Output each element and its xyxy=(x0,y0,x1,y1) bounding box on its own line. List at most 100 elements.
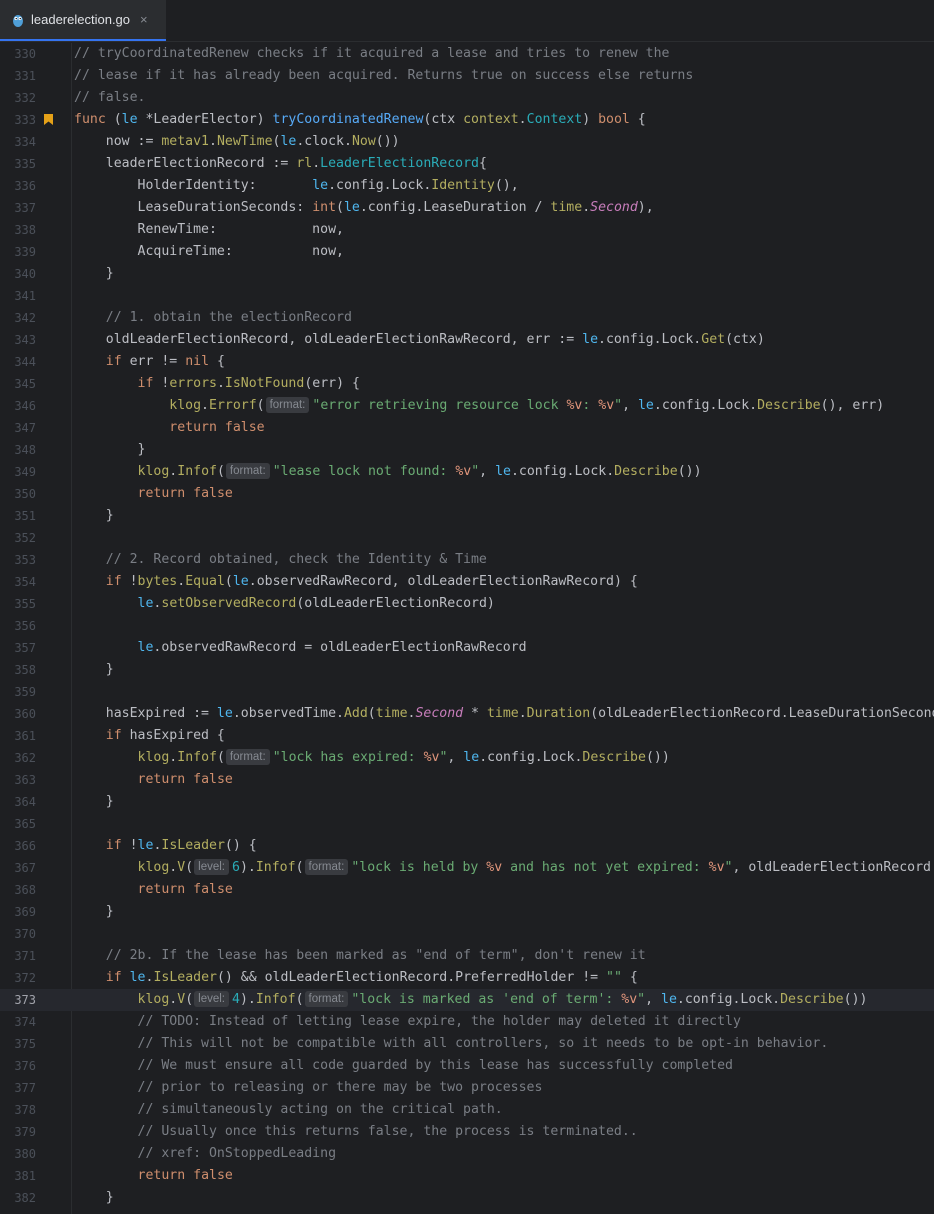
line-number: 352 xyxy=(14,531,36,545)
code-text: HolderIdentity: le.config.Lock.Identity(… xyxy=(74,178,519,193)
line-number: 374 xyxy=(14,1015,36,1029)
code-text: if !errors.IsNotFound(err) { xyxy=(137,376,360,391)
code-line: 340 } xyxy=(0,263,934,285)
line-number: 346 xyxy=(14,399,36,413)
line-number: 375 xyxy=(14,1037,36,1051)
code-line: 370 xyxy=(0,923,934,945)
code-text: func (le *LeaderElector) tryCoordinatedR… xyxy=(74,112,646,127)
code-line: 347 return false xyxy=(0,417,934,439)
code-line: 371 // 2b. If the lease has been marked … xyxy=(0,945,934,967)
code-line: 382 } xyxy=(0,1187,934,1209)
line-number: 369 xyxy=(14,905,36,919)
code-text: oldLeaderElectionRecord, oldLeaderElecti… xyxy=(74,332,765,347)
parameter-hint-format: format: xyxy=(225,463,270,479)
code-line: 365 xyxy=(0,813,934,835)
line-number: 360 xyxy=(14,707,36,721)
line-number: 350 xyxy=(14,487,36,501)
code-text: return false xyxy=(137,1168,233,1183)
code-text: klog.Infof(format: "lease lock not found:… xyxy=(137,463,702,479)
code-text: return false xyxy=(137,486,233,501)
code-line: 355 le.setObservedRecord(oldLeaderElecti… xyxy=(0,593,934,615)
line-number: 355 xyxy=(14,597,36,611)
line-number: 382 xyxy=(14,1191,36,1205)
line-number: 348 xyxy=(14,443,36,457)
parameter-hint-level: level: xyxy=(194,991,230,1007)
go-gopher-file-icon xyxy=(13,14,23,27)
code-line: 354 if !bytes.Equal(le.observedRawRecord… xyxy=(0,571,934,593)
line-number: 330 xyxy=(14,47,36,61)
code-line: 348 } xyxy=(0,439,934,461)
code-line: 378 // simultaneously acting on the crit… xyxy=(0,1099,934,1121)
code-text: hasExpired := le.observedTime.Add(time.S… xyxy=(74,706,934,721)
code-text: // Usually once this returns false, the … xyxy=(74,1124,638,1139)
code-line: 364 } xyxy=(0,791,934,813)
code-line: 366 if !le.IsLeader() { xyxy=(0,835,934,857)
code-text: } xyxy=(74,904,114,919)
editor-tab-bar: leaderelection.go × xyxy=(0,0,934,42)
code-line: 338 RenewTime: now, xyxy=(0,219,934,241)
code-line: 350 return false xyxy=(0,483,934,505)
code-text: RenewTime: now, xyxy=(74,222,344,237)
code-line: 333 func (le *LeaderElector) tryCoordina… xyxy=(0,109,934,131)
code-line: 360 hasExpired := le.observedTime.Add(ti… xyxy=(0,703,934,725)
line-number: 341 xyxy=(14,289,36,303)
code-text: if hasExpired { xyxy=(105,728,225,743)
line-number: 339 xyxy=(14,245,36,259)
tab-filename: leaderelection.go xyxy=(31,12,131,27)
code-line: 359 xyxy=(0,681,934,703)
code-text: if le.IsLeader() && oldLeaderElectionRec… xyxy=(105,970,638,985)
code-text: // 2b. If the lease has been marked as "… xyxy=(74,948,646,963)
code-line: 368 return false xyxy=(0,879,934,901)
code-text: klog.V(level: 6).Infof(format: "lock is he… xyxy=(137,859,934,875)
line-number: 376 xyxy=(14,1059,36,1073)
code-line: 332 // false. xyxy=(0,87,934,109)
close-icon[interactable]: × xyxy=(140,12,148,27)
parameter-hint-format: format: xyxy=(304,859,349,875)
line-number: 335 xyxy=(14,157,36,171)
line-number: 336 xyxy=(14,179,36,193)
code-line: 362 klog.Infof(format: "lock has expired:… xyxy=(0,747,934,769)
line-number: 363 xyxy=(14,773,36,787)
line-number: 353 xyxy=(14,553,36,567)
line-number: 372 xyxy=(14,971,36,985)
line-number: 342 xyxy=(14,311,36,325)
code-text: klog.V(level: 4).Infof(format: "lock is ma… xyxy=(137,991,868,1007)
bookmark-icon[interactable] xyxy=(44,114,53,125)
code-text: // TODO: Instead of letting lease expire… xyxy=(74,1014,741,1029)
code-editor[interactable]: 330 // tryCoordinatedRenew checks if it a… xyxy=(0,43,934,1214)
line-number: 343 xyxy=(14,333,36,347)
code-line: 380 // xref: OnStoppedLeading xyxy=(0,1143,934,1165)
code-text: LeaseDurationSeconds: int(le.config.Leas… xyxy=(74,200,654,215)
code-line: 342 // 1. obtain the electionRecord xyxy=(0,307,934,329)
code-line: 357 le.observedRawRecord = oldLeaderElec… xyxy=(0,637,934,659)
code-text: leaderElectionRecord := rl.LeaderElectio… xyxy=(74,156,487,171)
tab-leaderelection-go[interactable]: leaderelection.go × xyxy=(0,0,166,41)
code-line: 375 // This will not be compatible with … xyxy=(0,1033,934,1055)
code-line: 335 leaderElectionRecord := rl.LeaderEle… xyxy=(0,153,934,175)
code-line-current: 373 klog.V(level: 4).Infof(format: "lock i… xyxy=(0,989,934,1011)
code-text: if err != nil { xyxy=(105,354,225,369)
line-number: 333 xyxy=(14,113,36,127)
line-number: 378 xyxy=(14,1103,36,1117)
code-line: 336 HolderIdentity: le.config.Lock.Ident… xyxy=(0,175,934,197)
line-number: 356 xyxy=(14,619,36,633)
code-line: 376 // We must ensure all code guarded b… xyxy=(0,1055,934,1077)
code-text: // simultaneously acting on the critical… xyxy=(74,1102,503,1117)
line-number: 380 xyxy=(14,1147,36,1161)
code-line: 337 LeaseDurationSeconds: int(le.config.… xyxy=(0,197,934,219)
line-number: 362 xyxy=(14,751,36,765)
line-number: 351 xyxy=(14,509,36,523)
line-number: 367 xyxy=(14,861,36,875)
code-text: klog.Errorf(format: "error retrieving res… xyxy=(169,397,885,413)
code-line: 346 klog.Errorf(format: "error retrieving… xyxy=(0,395,934,417)
code-text: // xref: OnStoppedLeading xyxy=(74,1146,337,1161)
line-number: 331 xyxy=(14,69,36,83)
code-text: // prior to releasing or there may be tw… xyxy=(74,1080,543,1095)
code-text: return false xyxy=(169,420,265,435)
code-text: klog.Infof(format: "lock has expired: %v"… xyxy=(137,749,670,765)
line-number: 365 xyxy=(14,817,36,831)
code-line: 381 return false xyxy=(0,1165,934,1187)
code-line: 353 // 2. Record obtained, check the Ide… xyxy=(0,549,934,571)
code-text: le.observedRawRecord = oldLeaderElection… xyxy=(137,640,527,655)
code-line: 358 } xyxy=(0,659,934,681)
